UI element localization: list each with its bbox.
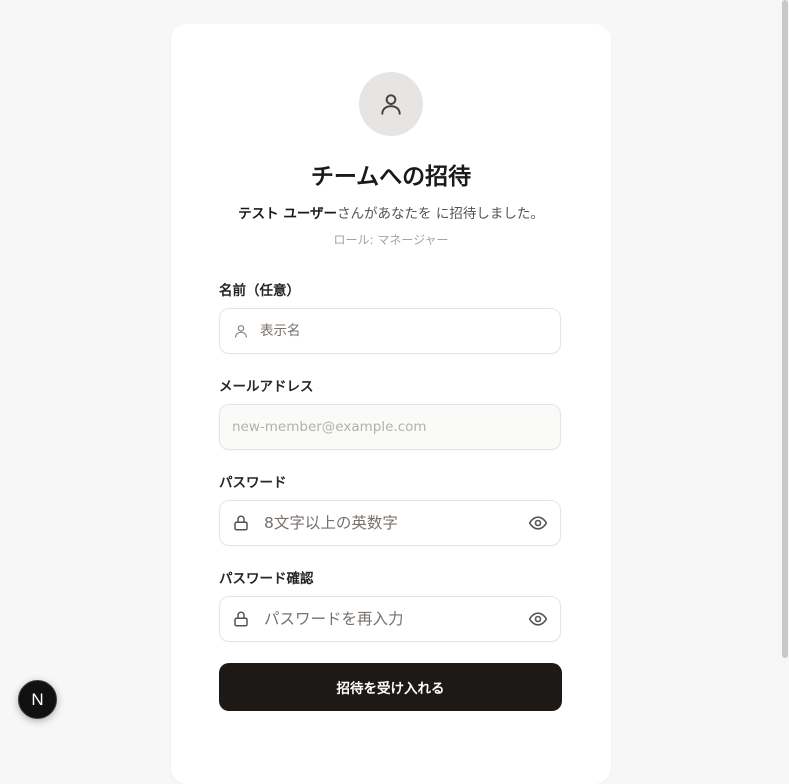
password-input[interactable] bbox=[264, 501, 516, 545]
password-confirm-label: パスワード確認 bbox=[219, 571, 314, 587]
password-confirm-input[interactable] bbox=[264, 597, 516, 641]
invite-card: チームへの招待 テスト ユーザーさんがあなたを に招待しました。 ロール: マネ… bbox=[171, 24, 611, 784]
password-confirm-field[interactable] bbox=[219, 596, 561, 642]
invite-message: テスト ユーザーさんがあなたを に招待しました。 bbox=[171, 204, 611, 224]
page-title: チームへの招待 bbox=[310, 164, 472, 190]
inviter-name: テスト ユーザー bbox=[238, 206, 338, 222]
scrollbar-thumb[interactable] bbox=[782, 0, 788, 658]
user-icon bbox=[381, 94, 401, 115]
lock-icon bbox=[232, 597, 250, 641]
user-icon bbox=[233, 309, 249, 353]
name-input[interactable] bbox=[260, 309, 548, 353]
dev-badge-label: N bbox=[31, 689, 44, 709]
nextjs-icon[interactable]: N bbox=[18, 680, 57, 719]
accept-invite-button[interactable]: 招待を受け入れる bbox=[219, 663, 562, 711]
email-label: メールアドレス bbox=[219, 379, 314, 395]
role-text: ロール: マネージャー bbox=[333, 233, 449, 247]
lock-icon bbox=[232, 501, 250, 545]
name-label: 名前（任意） bbox=[219, 283, 300, 299]
eye-icon[interactable] bbox=[528, 501, 548, 545]
name-field[interactable] bbox=[219, 308, 561, 354]
invite-text: さんがあなたを に招待しました。 bbox=[337, 206, 544, 222]
email-input[interactable] bbox=[232, 405, 548, 449]
password-field[interactable] bbox=[219, 500, 561, 546]
email-field[interactable] bbox=[219, 404, 561, 450]
avatar bbox=[359, 72, 423, 136]
eye-icon[interactable] bbox=[528, 597, 548, 641]
password-label: パスワード bbox=[219, 475, 287, 491]
